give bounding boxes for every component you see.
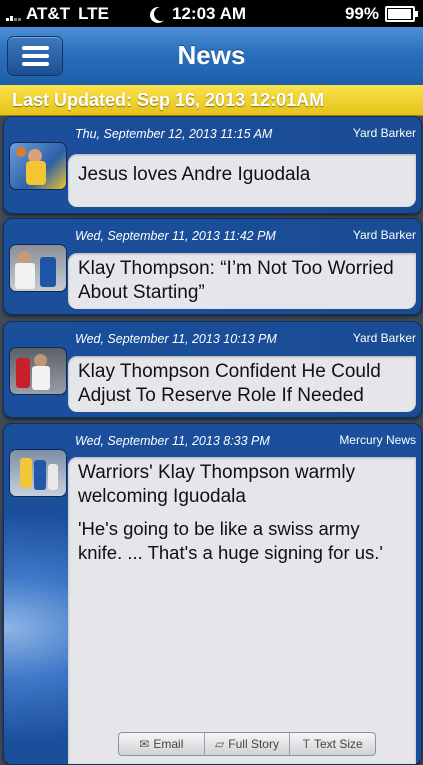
status-bar: AT&T LTE 12:03 AM 99% [0,0,423,27]
text-size-button[interactable]: T Text Size [290,733,375,755]
article-source: Yard Barker [352,228,416,242]
email-label: Email [153,737,184,751]
article-bubble[interactable]: Klay Thompson Confident He Could Adjust … [68,356,416,412]
article-thumbnail [9,142,67,190]
last-updated-bar: Last Updated: Sep 16, 2013 12:01AM [0,85,423,116]
clock-label: 12:03 AM [172,4,247,23]
article-bubble[interactable]: Warriors' Klay Thompson warmly welcoming… [68,457,416,764]
article-bubble[interactable]: Klay Thompson: “I’m Not Too Worried Abou… [68,253,416,309]
battery-icon [385,6,418,22]
article-thumbnail [9,449,67,497]
full-story-button[interactable]: ▱ Full Story [205,733,291,755]
navigation-bar: News [0,27,423,86]
article-source: Yard Barker [352,331,416,345]
signal-icon [6,7,22,21]
text-size-icon: T [302,737,310,751]
news-item[interactable]: Thu, September 12, 2013 11:15 AM Yard Ba… [3,116,422,214]
news-item[interactable]: Wed, September 11, 2013 10:13 PM Yard Ba… [3,321,422,418]
article-source: Mercury News [339,433,416,447]
article-headline: Jesus loves Andre Iguodala [78,164,311,185]
envelope-icon: ✉ [139,737,150,751]
news-item[interactable]: Wed, September 11, 2013 11:42 PM Yard Ba… [3,218,422,315]
news-item-expanded[interactable]: Wed, September 11, 2013 8:33 PM Mercury … [3,423,422,765]
article-toolbar: ✉ Email ▱ Full Story T Text Size [118,732,376,756]
article-summary: 'He's going to be like a swiss army knif… [78,518,383,563]
news-list[interactable]: Thu, September 12, 2013 11:15 AM Yard Ba… [0,116,423,765]
article-date: Wed, September 11, 2013 10:13 PM [75,332,277,346]
article-headline: Klay Thompson: “I’m Not Too Worried Abou… [78,258,394,303]
article-source: Yard Barker [352,126,416,140]
book-icon: ▱ [215,737,225,751]
full-story-label: Full Story [228,737,279,751]
article-bubble[interactable]: Jesus loves Andre Iguodala [68,154,416,207]
last-updated-text: Last Updated: Sep 16, 2013 12:01AM [12,90,325,110]
text-size-label: Text Size [314,737,363,751]
article-thumbnail [9,347,67,395]
battery-percent: 99% [344,4,379,23]
article-date: Wed, September 11, 2013 11:42 PM [75,229,276,243]
carrier-label: AT&T [26,4,71,23]
page-title: News [177,40,246,70]
article-date: Wed, September 11, 2013 8:33 PM [75,434,270,448]
moon-icon [154,7,168,21]
article-headline: Klay Thompson Confident He Could Adjust … [78,361,381,406]
article-date: Thu, September 12, 2013 11:15 AM [75,127,273,141]
article-thumbnail [9,244,67,292]
article-headline: Warriors' Klay Thompson warmly welcoming… [78,462,356,507]
email-button[interactable]: ✉ Email [119,733,205,755]
network-label: LTE [78,4,109,23]
